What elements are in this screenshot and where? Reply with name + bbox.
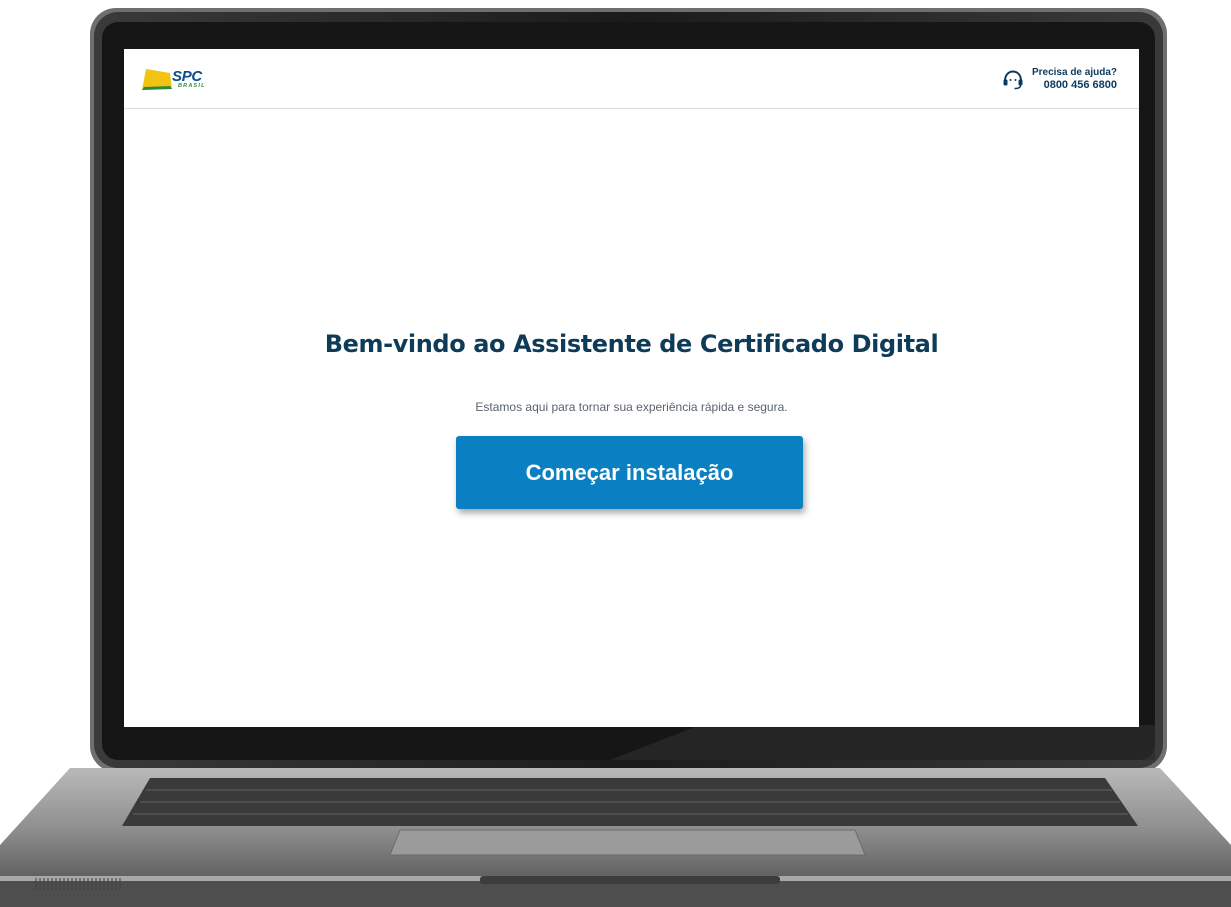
page-subtitle: Estamos aqui para tornar sua experiência… — [475, 400, 788, 414]
spc-logo-mark-icon — [142, 69, 172, 90]
app-screen: SPC BRASIL Precisa de ajuda? 0800 456 68… — [124, 49, 1139, 727]
help-texts: Precisa de ajuda? 0800 456 6800 — [1032, 67, 1117, 92]
start-installation-button[interactable]: Começar instalação — [456, 436, 803, 509]
headset-icon — [1003, 70, 1023, 90]
help-phone-number[interactable]: 0800 456 6800 — [1044, 79, 1117, 92]
spc-brasil-logo: SPC BRASIL — [142, 68, 206, 93]
welcome-panel: Bem-vindo ao Assistente de Certificado D… — [124, 108, 1139, 727]
help-contact[interactable]: Precisa de ajuda? 0800 456 6800 — [1002, 65, 1117, 93]
help-label: Precisa de ajuda? — [1031, 66, 1117, 78]
logo-subtitle: BRASIL — [178, 83, 206, 89]
page-title: Bem-vindo ao Assistente de Certificado D… — [324, 330, 939, 358]
app-header: SPC BRASIL Precisa de ajuda? 0800 456 68… — [124, 49, 1139, 109]
